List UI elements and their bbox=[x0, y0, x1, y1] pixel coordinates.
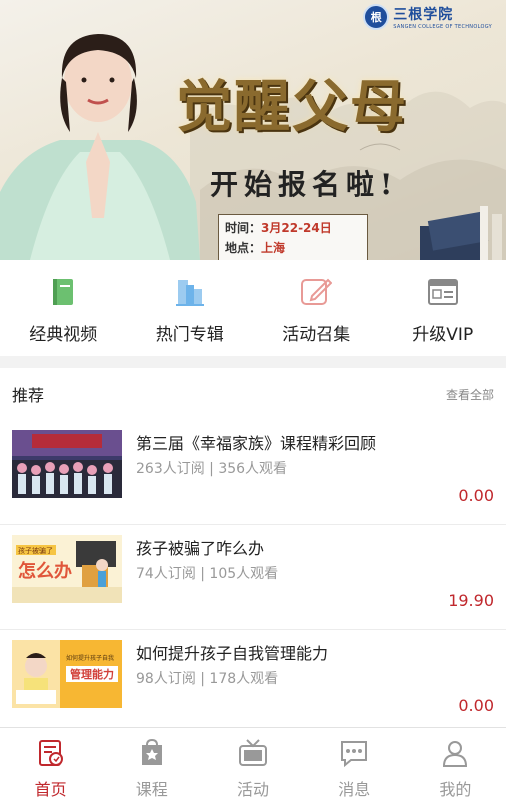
course-title: 孩子被骗了咋么办 bbox=[136, 539, 265, 558]
course-item[interactable]: 孩子被骗了 怎么办 孩子被骗了咋么办 74人订阅 | 105人观看 19.90 bbox=[0, 525, 506, 630]
profile-icon bbox=[440, 738, 470, 768]
menu-label: 活动召集 bbox=[282, 325, 351, 345]
home-icon bbox=[36, 738, 66, 768]
books-decoration bbox=[420, 206, 502, 260]
college-logo: 根 三根学院 SANGEN COLLEGE OF TECHNOLOGY bbox=[363, 4, 492, 30]
course-title: 第三届《幸福家族》课程精彩回顾 bbox=[136, 434, 377, 453]
course-title: 如何提升孩子自我管理能力 bbox=[136, 644, 329, 663]
tab-label: 课程 bbox=[135, 780, 168, 799]
book-icon bbox=[47, 276, 79, 308]
time-label: 时间： bbox=[225, 221, 262, 235]
course-price: 19.90 bbox=[448, 591, 494, 610]
edit-icon bbox=[300, 276, 333, 308]
section-title: 推荐 bbox=[12, 386, 45, 405]
banner-title: 觉醒父母 bbox=[176, 74, 408, 140]
recommend-header: 推荐 查看全部 bbox=[0, 368, 506, 420]
menu-classic-videos[interactable]: 经典视频 bbox=[0, 260, 127, 356]
course-stats: 74人订阅 | 105人观看 bbox=[136, 566, 279, 582]
course-thumbnail bbox=[12, 430, 122, 498]
tab-profile[interactable]: 我的 bbox=[405, 728, 506, 801]
album-icon bbox=[174, 276, 206, 308]
tab-label: 我的 bbox=[439, 780, 472, 799]
course-thumbnail: 如何提升孩子自我 管理能力 bbox=[12, 640, 122, 708]
menu-event-recruit[interactable]: 活动召集 bbox=[253, 260, 380, 356]
thumb-text: 管理能力 bbox=[70, 667, 114, 681]
course-price: 0.00 bbox=[458, 696, 494, 715]
time-value: 3月22-24日 bbox=[261, 221, 332, 235]
tab-home[interactable]: 首页 bbox=[0, 728, 101, 801]
tab-courses[interactable]: 课程 bbox=[101, 728, 202, 801]
tab-label: 消息 bbox=[338, 780, 371, 799]
thumb-tag: 如何提升孩子自我 bbox=[66, 654, 114, 662]
thumb-tag: 孩子被骗了 bbox=[18, 546, 53, 555]
tab-messages[interactable]: 消息 bbox=[304, 728, 405, 801]
menu-hot-albums[interactable]: 热门专辑 bbox=[127, 260, 254, 356]
menu-label: 经典视频 bbox=[29, 325, 98, 345]
menu-upgrade-vip[interactable]: 升级VIP bbox=[380, 260, 506, 356]
college-seal: 根 bbox=[363, 4, 390, 30]
tab-label: 首页 bbox=[34, 780, 67, 799]
course-item[interactable]: 如何提升孩子自我 管理能力 如何提升孩子自我管理能力 98人订阅 | 178人观… bbox=[0, 630, 506, 727]
vip-card-icon bbox=[427, 276, 459, 308]
speaker-photo bbox=[0, 34, 200, 260]
course-stats: 263人订阅 | 356人观看 bbox=[136, 461, 288, 477]
banner-subtitle: 开始报名啦! bbox=[210, 168, 399, 201]
bottom-tab-bar: 首页 课程 活动 消息 我的 bbox=[0, 727, 506, 801]
course-thumbnail: 孩子被骗了 怎么办 bbox=[12, 535, 122, 603]
event-info-box: 时间：3月22-24日 地点：上海 bbox=[218, 214, 368, 260]
tab-label: 活动 bbox=[237, 780, 270, 799]
view-all-link[interactable]: 查看全部 bbox=[446, 386, 494, 403]
course-item[interactable]: 第三届《幸福家族》课程精彩回顾 263人订阅 | 356人观看 0.00 bbox=[0, 420, 506, 525]
college-name: 三根学院 bbox=[393, 7, 454, 23]
course-price: 0.00 bbox=[458, 486, 494, 505]
tab-activities[interactable]: 活动 bbox=[202, 728, 303, 801]
course-stats: 98人订阅 | 178人观看 bbox=[136, 671, 279, 687]
promo-banner[interactable]: 根 三根学院 SANGEN COLLEGE OF TECHNOLOGY 觉醒父母… bbox=[0, 0, 506, 260]
course-bag-icon bbox=[137, 738, 167, 768]
college-subname: SANGEN COLLEGE OF TECHNOLOGY bbox=[393, 24, 492, 30]
place-value: 上海 bbox=[261, 241, 286, 255]
message-icon bbox=[339, 738, 369, 768]
tv-icon bbox=[238, 738, 268, 768]
place-label: 地点： bbox=[225, 241, 262, 255]
menu-label: 升级VIP bbox=[412, 325, 474, 345]
menu-label: 热门专辑 bbox=[155, 325, 224, 345]
quick-menu: 经典视频 热门专辑 活动召集 升级VIP bbox=[0, 260, 506, 356]
section-divider bbox=[0, 356, 506, 368]
thumb-text: 怎么办 bbox=[18, 560, 72, 582]
